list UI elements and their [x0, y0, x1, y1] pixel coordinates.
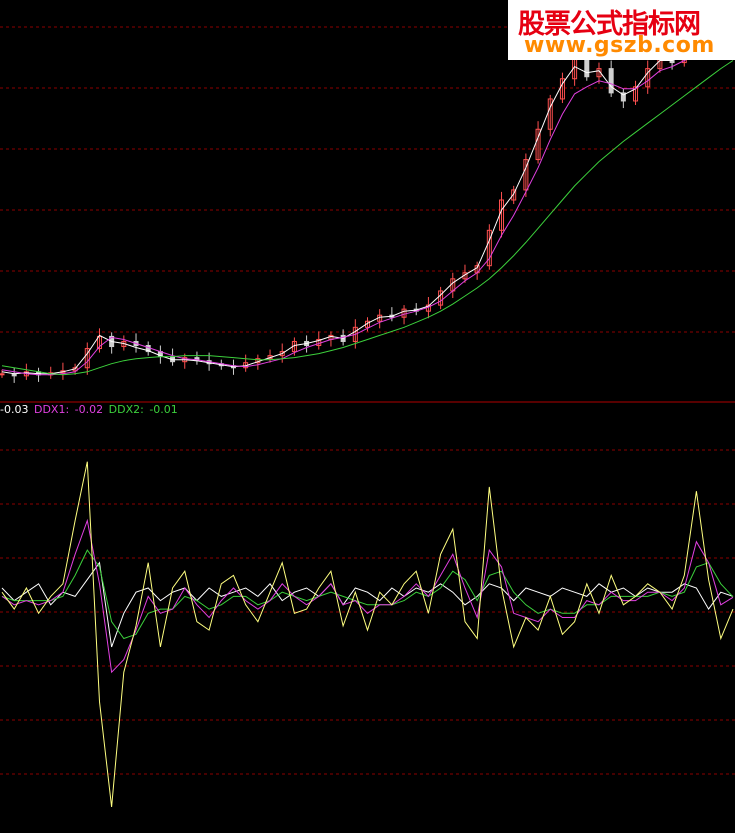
indicator-legend: -0.03 DDX1: -0.02 DDX2: -0.01	[0, 403, 180, 417]
ddx2-value: -0.01	[149, 403, 178, 416]
ddx1-label: DDX1:	[33, 403, 70, 416]
watermark: 股票公式指标网 www.gszb.com	[508, 0, 735, 60]
candle-body	[0, 373, 5, 376]
candle-body	[608, 68, 614, 94]
watermark-url: www.gszb.com	[524, 33, 715, 58]
ddx1-value: -0.02	[74, 403, 104, 416]
ddx-value: -0.03	[0, 403, 29, 416]
ddx2-label: DDX2:	[108, 403, 144, 416]
candle-body	[584, 58, 590, 78]
